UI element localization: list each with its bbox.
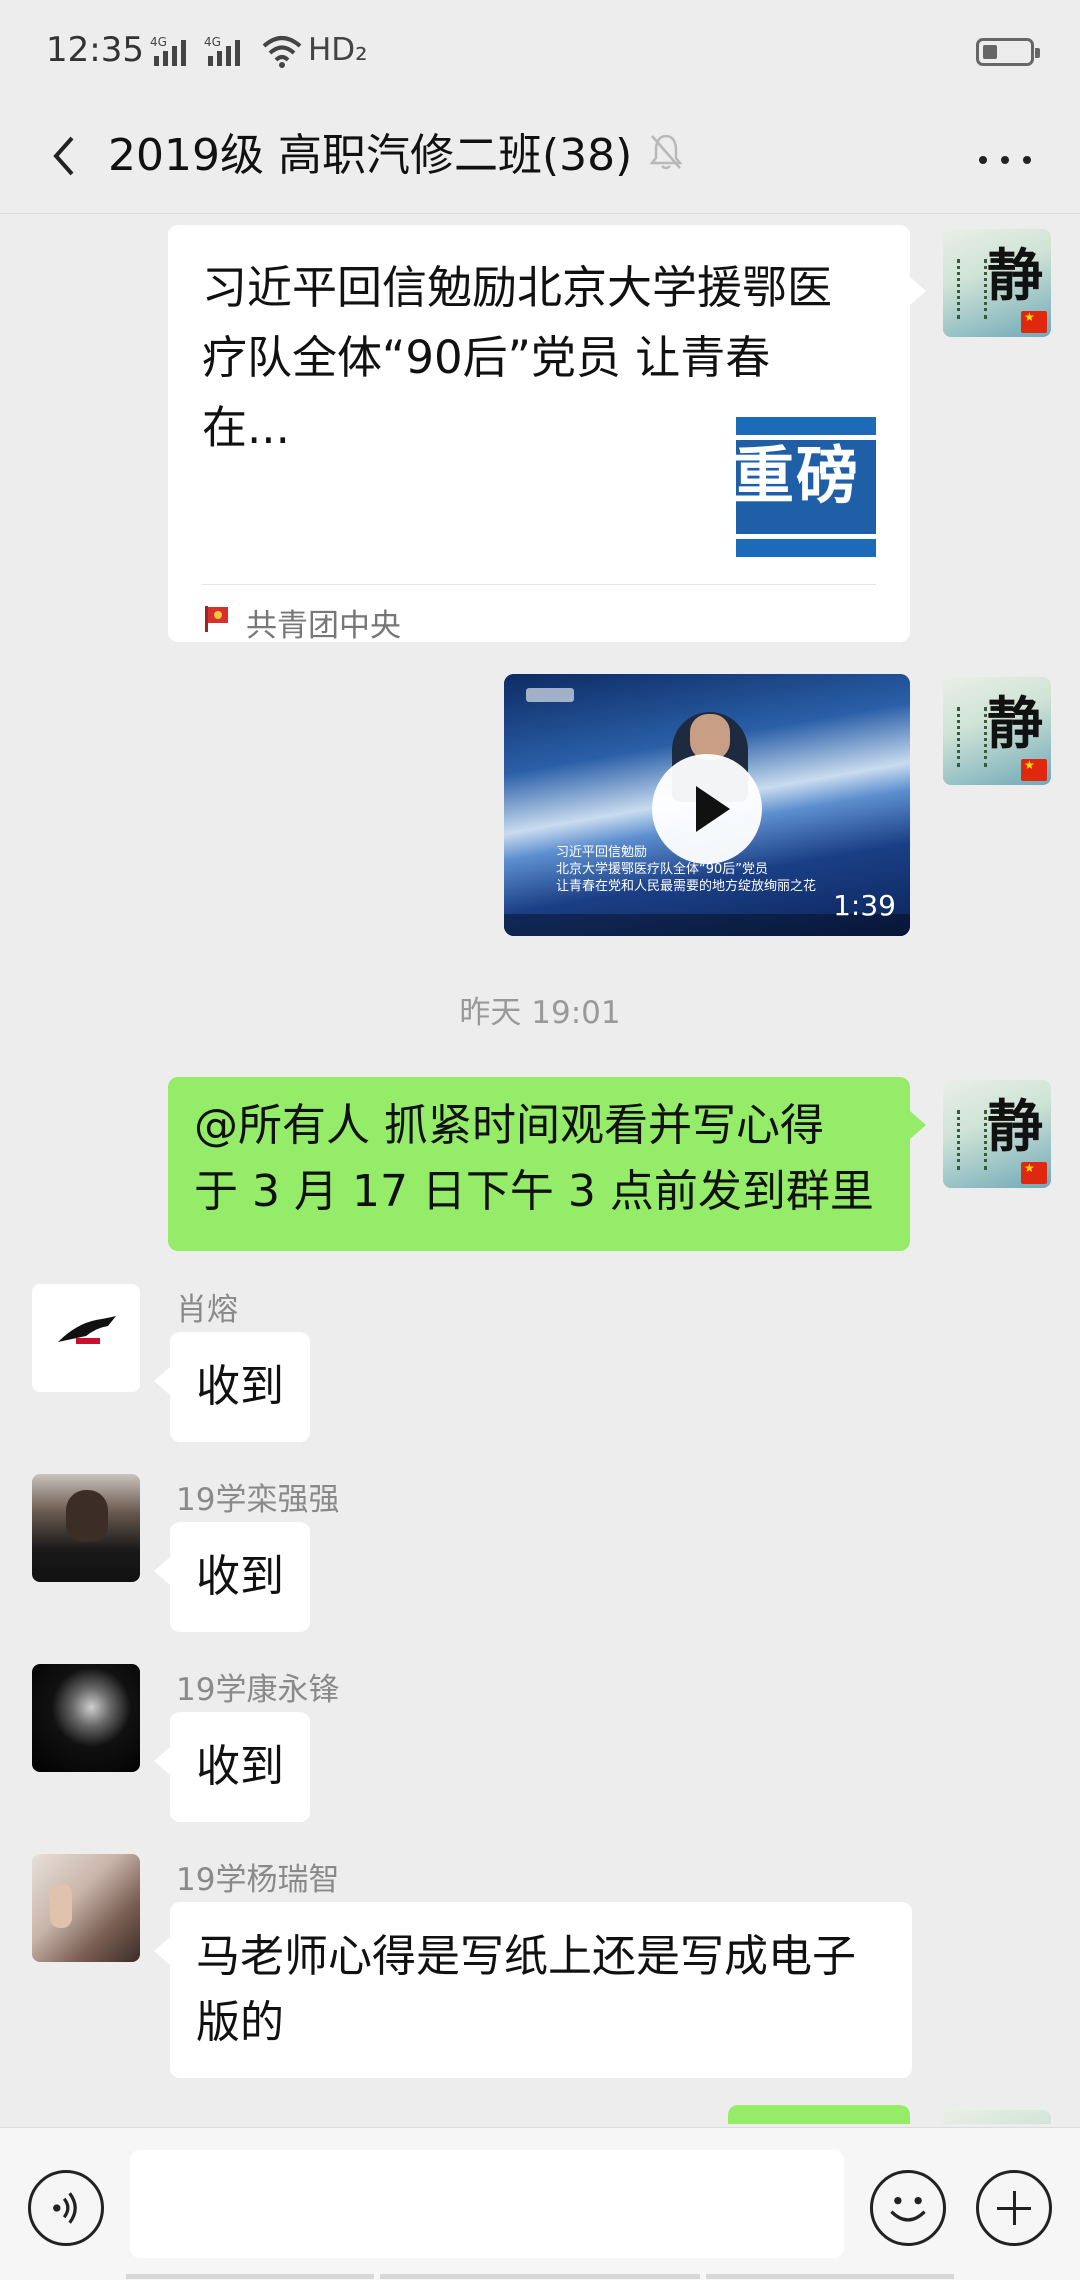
flag-icon <box>1021 1161 1047 1184</box>
message-line: 马老师心得是写纸上还是写成电子 <box>196 1931 856 1982</box>
status-bar: 12:35 4G 4G HD₂ <box>0 0 1080 110</box>
message-line: 于 3 月 17 日下午 3 点前发到群里 <box>194 1166 874 1217</box>
reply-message[interactable]: 收到 <box>170 1712 310 1822</box>
article-source: 共青团中央 <box>246 608 401 644</box>
signal-icon: 4G <box>150 35 186 66</box>
article-card[interactable]: 习近平回信勉励北京大学援鄂医疗队全体“90后”党员 让青春在... 重磅 共青团… <box>168 225 910 644</box>
flag-icon <box>1021 758 1047 781</box>
flag-icon <box>1021 310 1047 333</box>
avatar-yang-ruizhi[interactable] <box>32 1854 140 1962</box>
sender-name: 19学康永锋 <box>176 1672 340 1708</box>
avatar-me[interactable]: 静 <box>943 229 1051 337</box>
message-text: 收到 <box>196 1551 284 1602</box>
avatar-xiao-rong[interactable] <box>32 1284 140 1392</box>
avatar-char: 静 <box>987 691 1043 757</box>
avatar-me[interactable]: 静 <box>943 677 1051 785</box>
voice-icon[interactable] <box>28 2170 104 2246</box>
sender-name: 19学杨瑞智 <box>176 1862 340 1898</box>
video-caption-line: 北京大学援鄂医疗队全体“90后”党员 <box>556 862 769 877</box>
chat-header: 2019级 高职汽修二班(38) <box>0 110 1080 214</box>
input-bar <box>0 2127 1080 2280</box>
bubble-tail <box>154 1557 170 1585</box>
channel-logo-icon <box>526 688 574 702</box>
avatar-char: 静 <box>987 243 1043 309</box>
status-time: 12:35 <box>46 30 144 70</box>
message-timestamp: 昨天 19:01 <box>459 995 621 1031</box>
reply-message[interactable]: 马老师心得是写纸上还是写成电子 版的 <box>170 1902 912 2078</box>
play-icon[interactable] <box>652 754 762 864</box>
reply-message[interactable]: 收到 <box>170 1522 310 1632</box>
hd-indicator: HD₂ <box>308 32 368 68</box>
avatar-char: 静 <box>987 2112 1043 2124</box>
network-label: 4G <box>150 35 167 49</box>
reply-message[interactable]: 收到 <box>170 1332 310 1442</box>
divider <box>202 584 876 585</box>
message-line: @所有人 抓紧时间观看并写心得 <box>194 1100 824 1151</box>
bubble-tail <box>154 1747 170 1775</box>
bubble-tail <box>910 1111 926 1139</box>
bubble-tail <box>154 1937 170 1965</box>
sender-name: 肖熔 <box>176 1292 238 1328</box>
chat-messages[interactable]: 习近平回信勉励北京大学援鄂医疗队全体“90后”党员 让青春在... 重磅 共青团… <box>0 215 1080 2124</box>
more-dots-icon[interactable] <box>975 136 1035 182</box>
bell-muted-icon <box>649 134 683 170</box>
article-thumbnail-text: 重磅 <box>736 439 861 512</box>
emoji-icon[interactable] <box>870 2170 946 2246</box>
signal-icon: 4G <box>204 35 240 66</box>
flag-icon <box>205 606 228 632</box>
message-text: 收到 <box>196 1741 284 1792</box>
message-line: 版的 <box>196 1997 284 2048</box>
video-caption-line: 让青春在党和人民最需要的地方绽放绚丽之花 <box>556 879 817 894</box>
battery-icon <box>976 38 1040 66</box>
message-text: 收到 <box>196 1361 284 1412</box>
video-duration: 1:39 <box>833 889 896 922</box>
wifi-icon <box>262 36 302 68</box>
avatar-char: 静 <box>987 1094 1043 1160</box>
avatar-kang-yongfeng[interactable] <box>32 1664 140 1772</box>
message-input[interactable] <box>130 2150 844 2258</box>
avatar-luan-qiangqiang[interactable] <box>32 1474 140 1582</box>
keyboard-hint-bar <box>126 2274 954 2280</box>
bubble-tail <box>910 277 926 305</box>
network-label: 4G <box>204 35 221 49</box>
sender-name: 19学栾强强 <box>176 1482 340 1518</box>
plus-icon[interactable] <box>976 2170 1052 2246</box>
avatar-me[interactable]: 静 <box>943 1080 1051 1188</box>
chat-title: 2019级 高职汽修二班(38) <box>108 130 633 181</box>
brush-logo-icon <box>58 1316 116 1344</box>
bubble-tail <box>154 1367 170 1395</box>
article-thumbnail: 重磅 <box>736 417 876 557</box>
video-message[interactable]: 习近平回信勉励 北京大学援鄂医疗队全体“90后”党员 让青春在党和人民最需要的地… <box>504 674 910 936</box>
my-message-partial[interactable] <box>728 2105 910 2124</box>
avatar-me[interactable]: 静 <box>943 2110 1051 2124</box>
my-message[interactable]: @所有人 抓紧时间观看并写心得 于 3 月 17 日下午 3 点前发到群里 <box>168 1077 910 1251</box>
chevron-left-icon[interactable] <box>36 126 96 186</box>
